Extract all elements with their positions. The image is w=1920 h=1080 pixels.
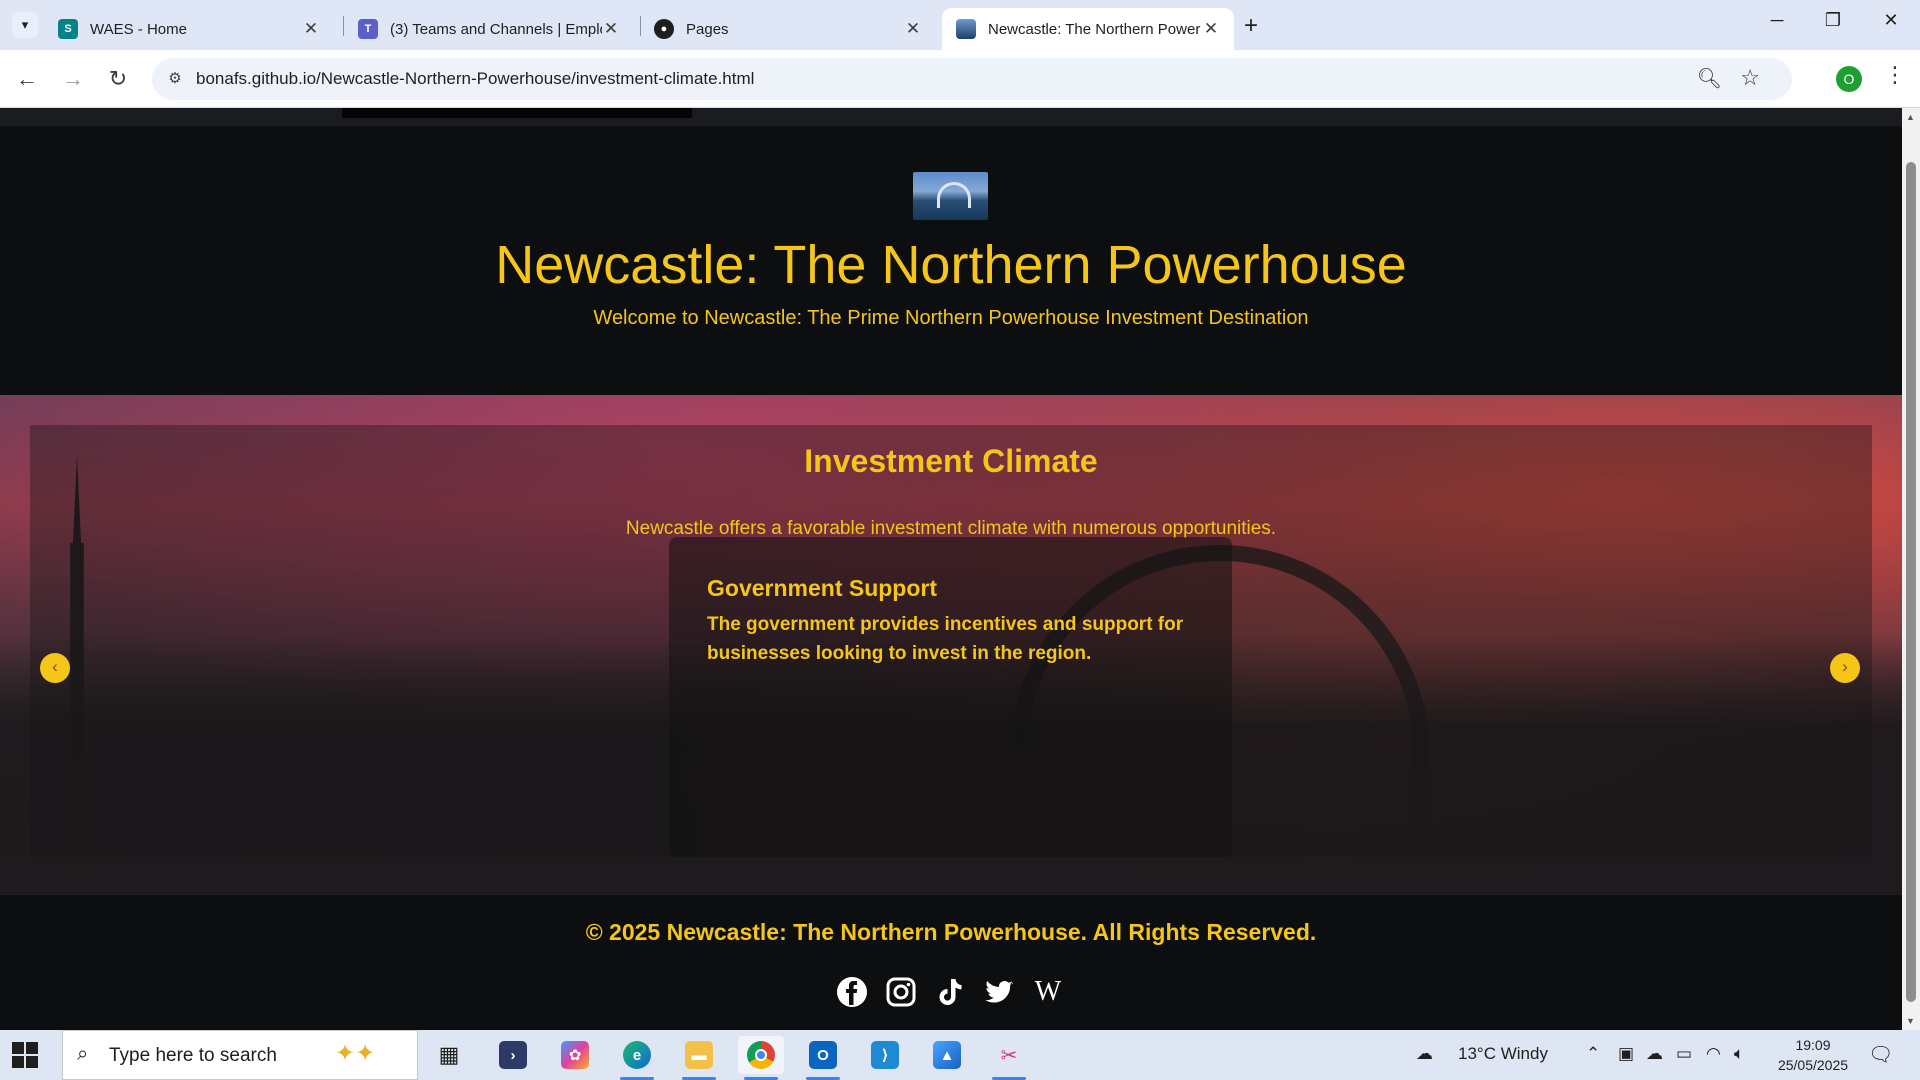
weather-text[interactable]: 13°C Windy (1458, 1044, 1548, 1064)
file-explorer-icon[interactable]: ▬ (676, 1036, 722, 1080)
hero-carousel: Investment Climate Newcastle offers a fa… (0, 395, 1902, 895)
twitter-icon[interactable] (982, 975, 1016, 1009)
nav-strip (0, 108, 1902, 126)
footer-copyright: © 2025 Newcastle: The Northern Powerhous… (585, 919, 1317, 945)
tab-bar: ▾ S WAES - Home ✕ T (3) Teams and Channe… (0, 0, 1920, 50)
address-bar: ← → ↻ ⚙ bonafs.github.io/Newcastle-North… (0, 50, 1920, 108)
tab-title: Pages (686, 20, 729, 38)
instagram-icon[interactable] (884, 975, 918, 1009)
teams-icon: T (358, 19, 378, 39)
tab-search-button[interactable]: ▾ (12, 12, 38, 38)
bookmark-star-icon[interactable]: ☆ (1740, 65, 1760, 91)
page-viewport: Newcastle: The Northern Powerhouse Welco… (0, 108, 1902, 1030)
tab-title: WAES - Home (90, 20, 187, 38)
minimize-button[interactable]: ─ (1762, 10, 1792, 31)
scroll-down-arrow-icon[interactable]: ▼ (1906, 1016, 1915, 1026)
site-tagline: Welcome to Newcastle: The Prime Northern… (593, 307, 1309, 329)
site-favicon-icon (956, 19, 976, 39)
search-placeholder: Type here to search (109, 1045, 277, 1066)
carousel-card: Government Support The government provid… (669, 537, 1232, 857)
tiktok-icon[interactable] (933, 975, 967, 1009)
volume-icon[interactable]: 🔈︎ (1734, 1044, 1744, 1064)
photos-icon[interactable]: ▲ (924, 1036, 970, 1074)
close-icon[interactable]: ✕ (302, 19, 320, 39)
page-scrollbar[interactable]: ▲ ▼ (1902, 108, 1920, 1030)
new-tab-button[interactable]: + (1244, 12, 1258, 40)
scroll-up-arrow-icon[interactable]: ▲ (1906, 112, 1915, 122)
weather-icon[interactable]: ☁ (1416, 1044, 1433, 1064)
site-logo (913, 172, 988, 220)
powershell-icon[interactable]: › (490, 1036, 536, 1074)
task-view-icon[interactable]: ▦ (426, 1036, 472, 1074)
content-panel: Investment Climate Newcastle offers a fa… (30, 425, 1872, 857)
profile-avatar[interactable]: O (1836, 66, 1862, 92)
footer: © 2025 Newcastle: The Northern Powerhous… (0, 895, 1902, 1030)
forward-button[interactable]: → (58, 64, 88, 94)
reload-button[interactable]: ↻ (103, 64, 133, 94)
onedrive-icon[interactable]: ☁ (1646, 1044, 1663, 1064)
snipping-tool-icon[interactable]: ✂ (986, 1036, 1032, 1080)
card-text: The government provides incentives and s… (707, 614, 1184, 664)
site-title: Newcastle: The Northern Powerhouse (495, 235, 1407, 295)
tab-newcastle[interactable]: Newcastle: The Northern Power ✕ (942, 8, 1234, 50)
chevron-up-icon[interactable]: ⌃ (1586, 1044, 1600, 1064)
restore-button[interactable]: ❐ (1818, 10, 1848, 31)
taskbar-clock[interactable]: 19:09 25/05/2025 (1768, 1035, 1858, 1075)
sharepoint-icon: S (58, 19, 78, 39)
site-info-icon[interactable]: ⚙ (164, 68, 186, 90)
facebook-icon[interactable] (835, 975, 869, 1009)
chrome-icon[interactable] (738, 1036, 784, 1080)
windows-start-button[interactable] (12, 1042, 38, 1068)
url-omnibox[interactable]: ⚙ bonafs.github.io/Newcastle-Northern-Po… (152, 58, 1792, 100)
meet-now-icon[interactable]: ▣ (1618, 1044, 1634, 1064)
vscode-icon[interactable]: ⟩ (862, 1036, 908, 1074)
close-icon[interactable]: ✕ (602, 19, 620, 39)
tab-title: (3) Teams and Channels | Emplo (390, 20, 602, 38)
clock-date: 25/05/2025 (1777, 1057, 1849, 1073)
card-title: Government Support (707, 575, 938, 601)
zoom-icon[interactable]: 🔍︎ (1697, 66, 1722, 91)
nav-strip-dark (342, 108, 692, 118)
windows-taskbar: ⌕ Type here to search ✦✦ ▦ › ✿ e ▬ O ⟩ ▲… (0, 1030, 1920, 1080)
scrollbar-thumb[interactable] (1906, 162, 1916, 1002)
search-icon: ⌕ (77, 1043, 89, 1065)
tab-title: Newcastle: The Northern Power (988, 20, 1201, 38)
close-icon[interactable]: ✕ (904, 19, 922, 39)
clock-time: 19:09 (1795, 1037, 1831, 1053)
tab-github-pages[interactable]: ● Pages ✕ (640, 8, 936, 50)
carousel-next-button[interactable]: › (1830, 653, 1860, 683)
back-button[interactable]: ← (12, 64, 42, 94)
wifi-icon[interactable]: ◠ (1706, 1044, 1721, 1064)
bridge-arch-graphic (937, 182, 971, 208)
close-icon[interactable]: ✕ (1202, 19, 1220, 39)
notification-icon[interactable]: 🗨︎ (1868, 1042, 1893, 1067)
url-text[interactable]: bonafs.github.io/Newcastle-Northern-Powe… (196, 69, 754, 89)
tab-teams[interactable]: T (3) Teams and Channels | Emplo ✕ (344, 8, 634, 50)
tab-waes-home[interactable]: S WAES - Home ✕ (44, 8, 334, 50)
battery-icon[interactable]: ▭ (1676, 1044, 1692, 1064)
edge-icon[interactable]: e (614, 1036, 660, 1080)
search-highlight-icon: ✦✦ (335, 1040, 376, 1067)
copilot-icon[interactable]: ✿ (552, 1036, 598, 1074)
section-title: Investment Climate (804, 443, 1098, 479)
github-icon: ● (654, 19, 674, 39)
close-window-button[interactable]: ✕ (1876, 10, 1906, 31)
browser-menu-icon[interactable]: ⋮ (1884, 62, 1906, 88)
wikipedia-icon[interactable]: W (1031, 975, 1065, 1009)
taskbar-search-box[interactable]: ⌕ Type here to search ✦✦ (62, 1030, 418, 1080)
outlook-icon[interactable]: O (800, 1036, 846, 1080)
carousel-prev-button[interactable]: ‹ (40, 653, 70, 683)
